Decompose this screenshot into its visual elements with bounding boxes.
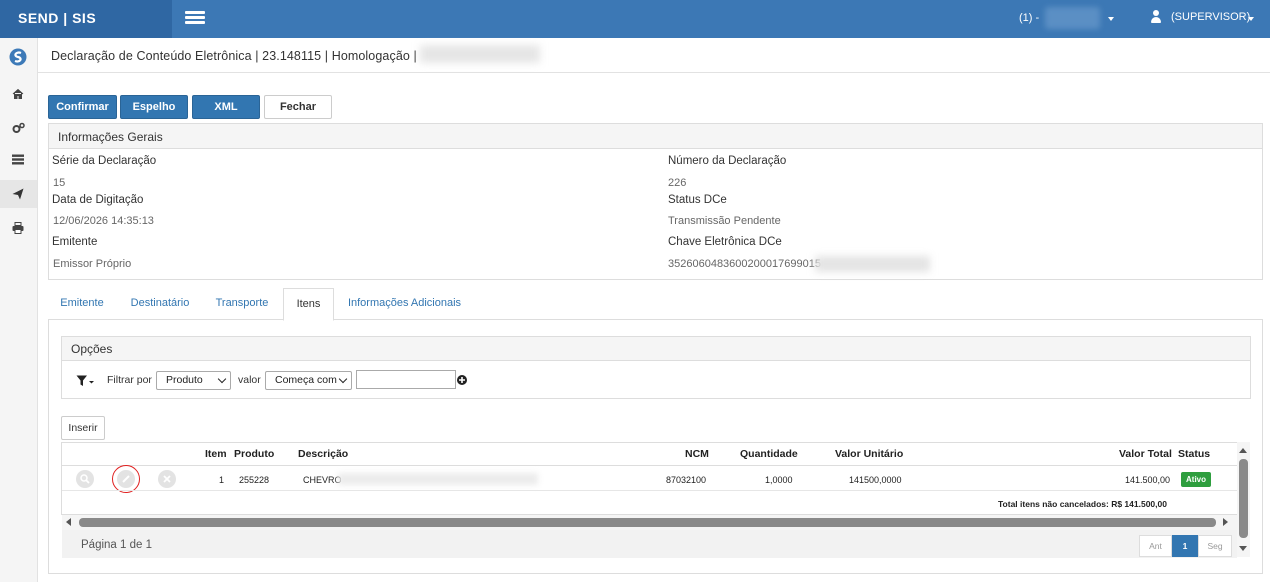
gears-icon[interactable] xyxy=(0,114,37,142)
pager-bar xyxy=(62,530,1237,558)
serie-value: 15 xyxy=(53,177,66,189)
mirror-button[interactable]: Espelho xyxy=(120,95,188,119)
filter-icon[interactable] xyxy=(76,375,94,387)
filter-field-select[interactable]: Produto xyxy=(156,371,231,390)
options-title: Opções xyxy=(71,342,113,356)
insert-button[interactable]: Inserir xyxy=(61,416,105,440)
emitente-value: Emissor Próprio xyxy=(53,258,132,270)
cancel-icon[interactable] xyxy=(158,470,176,488)
col-header-valor-unitario[interactable]: Valor Unitário xyxy=(835,448,903,460)
tab-bar: Emitente Destinatário Transporte Itens I… xyxy=(48,288,1263,321)
home-icon[interactable] xyxy=(0,80,37,108)
header-divider xyxy=(62,465,1237,466)
menu-toggle-icon[interactable] xyxy=(185,11,205,25)
options-heading: Opções xyxy=(62,337,1250,361)
match-mode-value: Começa com xyxy=(275,374,337,386)
chave-redacted xyxy=(815,256,930,272)
filter-label: Filtrar por xyxy=(107,374,152,386)
descricao-redacted xyxy=(338,473,538,485)
tab-destinatario[interactable]: Destinatário xyxy=(124,288,196,320)
print-icon[interactable] xyxy=(0,214,37,242)
highlight-circle xyxy=(112,465,140,493)
cell-quantidade: 1,0000 xyxy=(765,475,793,485)
col-header-status[interactable]: Status xyxy=(1178,448,1210,460)
page-title: Declaração de Conteúdo Eletrônica | 23.1… xyxy=(51,49,417,63)
scroll-up-icon[interactable] xyxy=(1239,448,1247,453)
page-info: Página 1 de 1 xyxy=(81,539,152,551)
numero-label: Número da Declaração xyxy=(668,155,787,167)
data-digitacao-value: 12/06/2026 14:35:13 xyxy=(53,215,154,227)
panel-heading: Informações Gerais xyxy=(49,124,1262,149)
list-icon[interactable] xyxy=(0,146,37,174)
cell-valor-total: 141.500,00 xyxy=(1125,475,1171,485)
vertical-scroll-thumb[interactable] xyxy=(1239,459,1248,538)
col-header-descricao[interactable]: Descrição xyxy=(298,448,348,460)
horizontal-scroll-thumb[interactable] xyxy=(79,518,1216,527)
emitente-label: Emitente xyxy=(52,236,98,248)
tab-itens[interactable]: Itens xyxy=(283,288,334,321)
user-menu[interactable]: (SUPERVISOR) xyxy=(1171,11,1250,23)
view-icon[interactable] xyxy=(76,470,94,488)
cell-item: 1 xyxy=(219,475,225,485)
scroll-right-icon[interactable] xyxy=(1223,518,1228,526)
xml-button[interactable]: XML xyxy=(192,95,260,119)
data-digitacao-label: Data de Digitação xyxy=(52,194,144,206)
filter-value-input[interactable] xyxy=(356,370,456,389)
send-icon[interactable] xyxy=(0,180,37,208)
tab-emitente[interactable]: Emitente xyxy=(52,288,112,320)
options-panel: Opções xyxy=(61,336,1251,399)
page-1-button[interactable]: 1 xyxy=(1172,535,1198,557)
unit-name-redacted xyxy=(1045,7,1100,29)
col-header-valor-total[interactable]: Valor Total xyxy=(1119,448,1172,460)
title-redacted xyxy=(420,45,540,63)
col-header-item[interactable]: Item xyxy=(205,448,227,460)
status-value: Transmissão Pendente xyxy=(668,215,781,227)
page-header: Declaração de Conteúdo Eletrônica | 23.1… xyxy=(38,38,1270,73)
next-page-button[interactable]: Seg xyxy=(1198,535,1232,557)
confirm-button[interactable]: Confirmar xyxy=(48,95,117,119)
scroll-down-icon[interactable] xyxy=(1239,546,1247,551)
cell-descricao: CHEVRO xyxy=(303,475,342,485)
brand-logo[interactable]: SEND | SIS xyxy=(0,0,172,38)
cell-valor-unitario: 141500,0000 xyxy=(849,475,902,485)
status-label: Status DCe xyxy=(668,194,727,206)
chevron-down-icon xyxy=(1108,17,1114,21)
chevron-down-icon xyxy=(1248,17,1254,21)
serie-label: Série da Declaração xyxy=(52,155,157,167)
valor-label: valor xyxy=(238,374,261,386)
prev-page-button[interactable]: Ant xyxy=(1139,535,1172,557)
panel-title: Informações Gerais xyxy=(58,130,163,144)
unit-selector[interactable]: (1) - xyxy=(1019,12,1039,24)
user-icon xyxy=(1150,10,1162,24)
row-divider xyxy=(62,490,1237,491)
total-summary: Total itens não cancelados: R$ 141.500,0… xyxy=(998,499,1167,509)
close-button[interactable]: Fechar xyxy=(264,95,332,119)
scroll-left-icon[interactable] xyxy=(66,518,71,526)
top-navbar: SEND | SIS (1) - (SUPERVISOR) xyxy=(0,0,1270,38)
numero-value: 226 xyxy=(668,177,687,189)
tab-transporte[interactable]: Transporte xyxy=(210,288,274,320)
status-badge: Ativo xyxy=(1181,472,1211,487)
col-header-ncm[interactable]: NCM xyxy=(685,448,709,460)
chave-label: Chave Eletrônica DCe xyxy=(668,236,782,248)
add-filter-icon[interactable] xyxy=(457,375,467,385)
chave-value: 3526060483600200017699015 xyxy=(668,258,821,270)
sidebar xyxy=(0,38,38,582)
cell-ncm: 87032100 xyxy=(666,475,707,485)
col-header-quantidade[interactable]: Quantidade xyxy=(740,448,798,460)
general-info-panel: Informações Gerais xyxy=(48,123,1263,280)
col-header-produto[interactable]: Produto xyxy=(234,448,274,460)
app-logo-icon[interactable] xyxy=(0,44,37,72)
tab-informacoes-adicionais[interactable]: Informações Adicionais xyxy=(342,288,467,320)
filter-field-value: Produto xyxy=(166,374,203,386)
cell-produto: 255228 xyxy=(239,475,270,485)
match-mode-select[interactable]: Começa com xyxy=(265,371,352,390)
